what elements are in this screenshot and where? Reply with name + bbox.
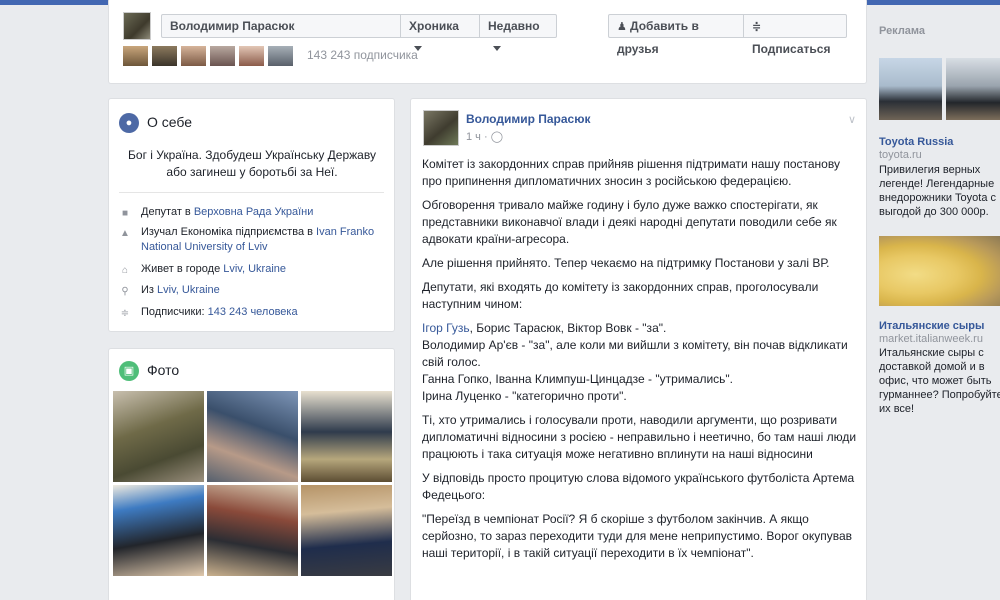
- about-row-link[interactable]: Lviv, Ukraine: [157, 284, 220, 296]
- recent-dropdown[interactable]: Недавно: [479, 14, 557, 52]
- graduation-cap-icon: ▲: [120, 228, 130, 239]
- home-icon: ⌂: [121, 265, 129, 276]
- ad-text: Привилегия верных легенде! Легендарные в…: [879, 164, 996, 218]
- photo-thumb[interactable]: [207, 391, 298, 482]
- about-row-work: ■ Депутат в Верховна Рада України: [119, 205, 389, 220]
- follower-thumb[interactable]: [181, 46, 206, 66]
- vote-line: Ірина Луценко - "категорично проти".: [422, 389, 627, 403]
- follower-thumb[interactable]: [123, 46, 148, 66]
- post-paragraph: Обговорення тривало майже годину і було …: [422, 198, 837, 246]
- ad-url[interactable]: market.italianweek.ru: [879, 333, 983, 345]
- about-row-followers: ≑ Подписчики: 143 243 человека: [119, 305, 389, 320]
- about-title-text: О себе: [147, 114, 193, 130]
- about-title: ● О себе: [119, 111, 193, 134]
- ad-title[interactable]: Toyota Russia: [879, 136, 953, 148]
- photo-thumb[interactable]: [301, 391, 392, 482]
- follower-thumb[interactable]: [239, 46, 264, 66]
- vote-line: Ганна Гопко, Іванна Климпуш-Цинцадзе - "…: [422, 372, 733, 386]
- location-pin-icon: ⚲: [121, 286, 129, 297]
- ad-image[interactable]: [879, 236, 1000, 306]
- post-time-text: 1 ч ·: [466, 131, 491, 143]
- chevron-down-icon: [493, 46, 501, 52]
- ad-title[interactable]: Итальянские сыры: [879, 320, 984, 332]
- photos-title-text: Фото: [147, 362, 180, 378]
- about-row-prefix: Изучал Економіка підприємства в: [141, 226, 317, 238]
- photo-thumb[interactable]: [301, 485, 392, 576]
- photos-title[interactable]: ▣ Фото: [119, 359, 180, 382]
- ad-text: Итальянские сыры с доставкой домой и в о…: [879, 347, 1000, 415]
- about-row-link[interactable]: Lviv, Ukraine: [223, 263, 286, 275]
- recent-label: Недавно: [488, 19, 540, 33]
- add-friend-label: Добавить в друзья: [617, 19, 699, 56]
- post-options-chevron-icon[interactable]: ∨: [848, 113, 856, 126]
- photo-icon: ▣: [119, 361, 139, 382]
- about-row-link[interactable]: 143 243 человека: [208, 306, 298, 318]
- about-bio: Бог і Україна. Здобудеш Українську Держа…: [128, 148, 376, 179]
- briefcase-icon: ■: [121, 208, 129, 219]
- post-paragraph: "Переїзд в чемпіонат Росії? Я б скоріше …: [422, 512, 853, 560]
- profile-name-button[interactable]: Володимир Парасюк: [161, 14, 401, 38]
- post-paragraph: Ті, хто утримались і голосували проти, н…: [422, 413, 857, 461]
- post-body: Комітет із закордонних справ прийняв ріш…: [422, 156, 862, 569]
- followers-count[interactable]: 143 243 подписчика: [307, 48, 418, 62]
- chronicle-dropdown[interactable]: Хроника: [400, 14, 480, 52]
- about-row-link[interactable]: Верховна Рада України: [194, 206, 314, 218]
- rss-icon: ≑: [752, 21, 762, 33]
- public-globe-icon: ◯: [490, 131, 503, 143]
- post-timestamp[interactable]: 1 ч · ◯: [466, 130, 503, 143]
- photo-thumb[interactable]: [207, 485, 298, 576]
- divider: [119, 192, 384, 193]
- about-row-education: ▲ Изучал Економіка підприємства в Ivan F…: [119, 225, 389, 255]
- ad-image[interactable]: [946, 58, 1000, 120]
- about-row-lives: ⌂ Живет в городе Lviv, Ukraine: [119, 262, 389, 277]
- add-friend-button[interactable]: ♟ Добавить в друзья: [608, 14, 744, 56]
- chronicle-label: Хроника: [409, 19, 459, 33]
- ads-header: Реклама: [879, 25, 926, 37]
- photo-thumb[interactable]: [113, 485, 204, 576]
- profile-name-label: Володимир Парасюк: [170, 19, 295, 33]
- follower-thumb[interactable]: [268, 46, 293, 66]
- photos-section: ▣ Фото: [108, 348, 395, 600]
- post-vote-list: Ігор Гузь, Борис Тарасюк, Віктор Вовк - …: [422, 320, 862, 405]
- follower-thumb[interactable]: [210, 46, 235, 66]
- profile-header: Володимир Парасюк Хроника Недавно ♟ Добав…: [108, 0, 867, 84]
- subscribe-label: Подписаться: [752, 42, 831, 56]
- profile-avatar[interactable]: [123, 12, 151, 40]
- vote-line: Володимир Ар'єв - "за", але коли ми вийш…: [422, 338, 848, 369]
- about-row-prefix: Из: [141, 284, 158, 296]
- post-paragraph: Але рішення прийнято. Тепер чекаємо на п…: [422, 256, 830, 270]
- post-paragraph: У відповідь просто процитую слова відомо…: [422, 471, 855, 502]
- post-paragraph: Депутати, які входять до комітету із зак…: [422, 280, 819, 311]
- subscribe-button[interactable]: ≑ Подписаться: [743, 14, 847, 56]
- follower-thumbnails: [123, 46, 297, 66]
- follower-thumb[interactable]: [152, 46, 177, 66]
- vote-line: , Борис Тарасюк, Віктор Вовк - "за".: [469, 321, 667, 335]
- ad-url[interactable]: toyota.ru: [879, 149, 922, 161]
- about-section: ● О себе Бог і Україна. Здобудеш Українсь…: [108, 98, 395, 332]
- post-paragraph: Комітет із закордонних справ прийняв ріш…: [422, 157, 840, 188]
- post-author-name[interactable]: Володимир Парасюк: [466, 112, 590, 126]
- about-row-prefix: Депутат в: [141, 206, 194, 218]
- about-row-prefix: Живет в городе: [141, 263, 224, 275]
- ad-image[interactable]: [879, 58, 942, 120]
- rss-icon: ≑: [120, 308, 130, 319]
- add-friend-icon: ♟: [617, 21, 627, 33]
- about-row-from: ⚲ Из Lviv, Ukraine: [119, 283, 389, 298]
- photo-thumb[interactable]: [113, 391, 204, 482]
- globe-icon: ●: [119, 113, 139, 134]
- mention-link[interactable]: Ігор Гузь: [422, 321, 470, 335]
- about-row-prefix: Подписчики:: [141, 306, 208, 318]
- post-card: Володимир Парасюк 1 ч · ◯ ∨ Комітет із з…: [410, 98, 867, 600]
- post-author-avatar[interactable]: [423, 110, 459, 146]
